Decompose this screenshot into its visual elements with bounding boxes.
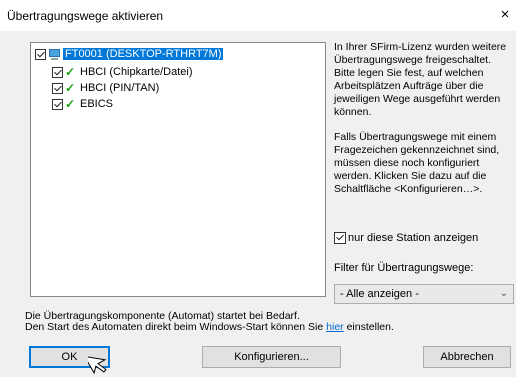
- filter-label: Filter für Übertragungswege:: [334, 262, 474, 274]
- filter-selected-value: - Alle anzeigen -: [340, 288, 419, 300]
- footer-text: Die Übertragungskomponente (Automat) sta…: [25, 311, 394, 333]
- computer-icon: [48, 48, 61, 61]
- check-icon: ✓: [65, 97, 76, 111]
- footer-line-windows-start: Den Start des Automaten direkt beim Wind…: [25, 322, 394, 333]
- check-icon: ✓: [65, 65, 76, 79]
- route-label[interactable]: HBCI (PIN/TAN): [78, 82, 161, 94]
- transfer-routes-tree[interactable]: FT0001 (DESKTOP-RTHRT7M) ✓ HBCI (Chipkar…: [30, 42, 326, 297]
- route-label[interactable]: HBCI (Chipkarte/Datei): [78, 66, 194, 78]
- close-icon[interactable]: ×: [494, 4, 516, 26]
- mouse-pointer-icon: [88, 355, 107, 375]
- chevron-down-icon: ⌄: [499, 288, 508, 299]
- station-checkbox[interactable]: [35, 48, 46, 60]
- station-only-checkbox[interactable]: [334, 232, 346, 244]
- station-only-checkbox-row[interactable]: nur diese Station anzeigen: [334, 232, 478, 244]
- info-paragraph-configure: Falls Übertragungswege mit einem Frageze…: [334, 131, 500, 195]
- check-icon: ✓: [65, 81, 76, 95]
- tree-node-station[interactable]: FT0001 (DESKTOP-RTHRT7M): [35, 47, 224, 61]
- info-text: In Ihrer SFirm-Lizenz wurden weitere Übe…: [334, 41, 514, 208]
- tree-node-route[interactable]: ✓ HBCI (PIN/TAN): [52, 81, 161, 95]
- station-label[interactable]: FT0001 (DESKTOP-RTHRT7M): [63, 48, 224, 60]
- info-paragraph-license: In Ihrer SFirm-Lizenz wurden weitere Übe…: [334, 41, 507, 118]
- route-checkbox[interactable]: [52, 82, 63, 94]
- station-only-label[interactable]: nur diese Station anzeigen: [348, 232, 478, 244]
- tree-node-route[interactable]: ✓ EBICS: [52, 97, 115, 111]
- route-label[interactable]: EBICS: [78, 98, 115, 110]
- footer-line2-prefix: Den Start des Automaten direkt beim Wind…: [25, 321, 327, 333]
- route-checkbox[interactable]: [52, 66, 63, 78]
- route-checkbox[interactable]: [52, 98, 63, 110]
- cancel-button[interactable]: Abbrechen: [423, 346, 511, 368]
- here-link[interactable]: hier: [326, 321, 344, 333]
- title-bar: Übertragungswege aktivieren ×: [0, 0, 516, 31]
- dialog-title: Übertragungswege aktivieren: [7, 9, 164, 23]
- tree-node-route[interactable]: ✓ HBCI (Chipkarte/Datei): [52, 65, 194, 79]
- filter-dropdown[interactable]: - Alle anzeigen - ⌄: [334, 284, 514, 304]
- configure-button[interactable]: Konfigurieren...: [202, 346, 341, 368]
- footer-line2-suffix: einstellen.: [343, 321, 394, 333]
